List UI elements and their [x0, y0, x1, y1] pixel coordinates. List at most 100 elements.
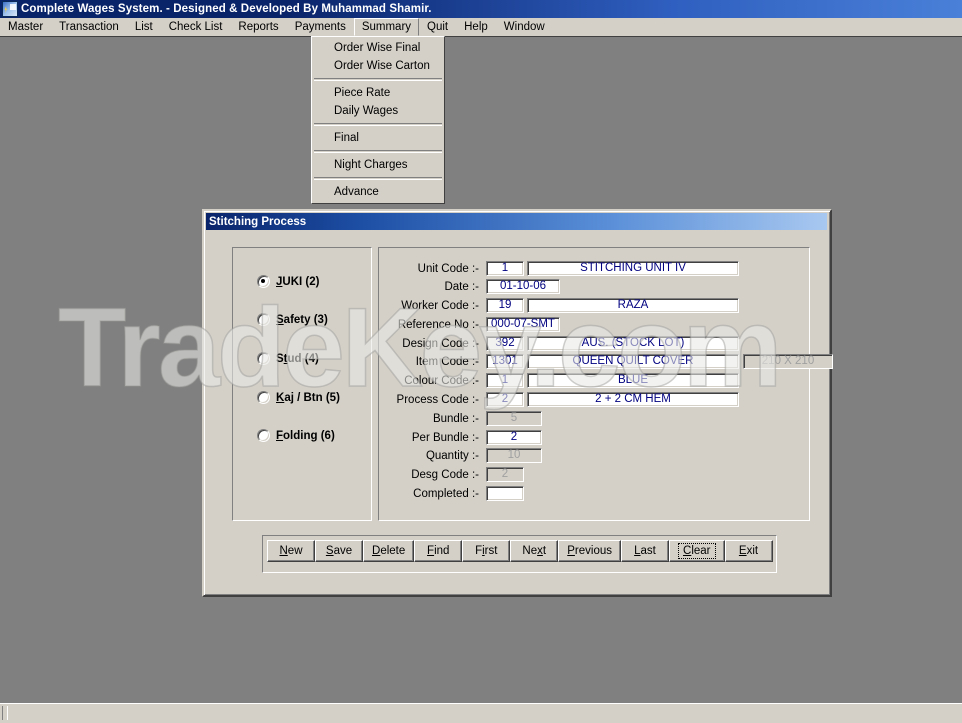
- radio-option-folding[interactable]: Folding (6): [257, 429, 335, 442]
- radio-icon-kaj-btn: [257, 391, 270, 404]
- first-button[interactable]: First: [462, 540, 511, 562]
- input-date[interactable]: 01-10-06: [486, 279, 560, 294]
- field-row-per-bundle: Per Bundle :- 2: [379, 429, 542, 446]
- label-date: Date :-: [444, 280, 479, 293]
- radio-option-safety[interactable]: Safety (3): [257, 313, 328, 326]
- next-button-label: Next: [522, 545, 547, 557]
- find-button[interactable]: Find: [414, 540, 463, 562]
- menu-item-reports[interactable]: Reports: [230, 18, 286, 36]
- menu-option-daily-wages[interactable]: Daily Wages: [312, 102, 444, 120]
- label-per-bundle: Per Bundle :-: [411, 431, 479, 444]
- input-item-code[interactable]: 1301: [486, 354, 524, 369]
- next-button[interactable]: Next: [510, 540, 559, 562]
- menu-option-order-wise-carton[interactable]: Order Wise Carton: [312, 57, 444, 75]
- status-bar-grip: [2, 706, 8, 720]
- radio-option-juki[interactable]: JUKI (2): [257, 275, 319, 288]
- menu-item-list[interactable]: List: [127, 18, 161, 36]
- menu-item-payments[interactable]: Payments: [287, 18, 354, 36]
- child-window-body: JUKI (2) Safety (3) Stud (4) Kaj / Btn (…: [206, 232, 833, 591]
- exit-button-label: Exit: [738, 545, 759, 557]
- field-row-process-code: Process Code :- 2 2 + 2 CM HEM: [379, 391, 739, 408]
- menu-separator: [314, 177, 442, 180]
- field-row-design-code: Design Code :- 392 AUS. (STOCK LOT): [379, 335, 739, 352]
- input-bundle: 5: [486, 411, 542, 426]
- field-row-unit-code: Unit Code :- 1 STITCHING UNIT IV: [379, 260, 739, 277]
- input-per-bundle[interactable]: 2: [486, 430, 542, 445]
- label-colour-code: Colour Code :-: [404, 374, 479, 387]
- new-button[interactable]: New: [267, 540, 315, 562]
- details-panel: Unit Code :- 1 STITCHING UNIT IV Date :-…: [378, 247, 833, 521]
- field-row-desg-code: Desg Code :- 2: [379, 466, 524, 483]
- app-icon: [2, 1, 18, 17]
- radio-label-folding: Folding (6): [276, 429, 335, 442]
- child-title-bar[interactable]: Stitching Process: [206, 213, 827, 230]
- label-quantity: Quantity :-: [425, 449, 479, 462]
- stitching-process-window: Stitching Process JUKI (2) Safety (3) St…: [202, 209, 833, 597]
- save-button-label: Save: [325, 545, 353, 557]
- input-unit-code[interactable]: 1: [486, 261, 524, 276]
- last-button[interactable]: Last: [621, 540, 669, 562]
- radio-icon-stud: [257, 352, 270, 365]
- input-reference-no[interactable]: 000-07-SMT: [486, 317, 560, 332]
- input-desg-code: 2: [486, 467, 524, 482]
- input-quantity: 10: [486, 448, 542, 463]
- first-button-label: First: [475, 545, 498, 557]
- previous-button-label: Previous: [567, 545, 612, 557]
- radio-label-safety: Safety (3): [276, 313, 328, 326]
- menu-option-final[interactable]: Final: [312, 129, 444, 147]
- input-colour-code[interactable]: 1: [486, 373, 524, 388]
- action-button-panel: New Save Delete Find First Next Previous…: [262, 535, 777, 573]
- menu-item-master[interactable]: Master: [0, 18, 51, 36]
- menu-option-night-charges[interactable]: Night Charges: [312, 156, 444, 174]
- menu-item-help[interactable]: Help: [456, 18, 496, 36]
- menu-item-quit[interactable]: Quit: [419, 18, 456, 36]
- label-desg-code: Desg Code :-: [411, 468, 479, 481]
- field-row-completed: Completed :-: [379, 485, 524, 502]
- label-worker-code: Worker Code :-: [401, 299, 479, 312]
- menu-option-order-wise-final[interactable]: Order Wise Final: [312, 39, 444, 57]
- radio-option-stud[interactable]: Stud (4): [257, 352, 319, 365]
- exit-button[interactable]: Exit: [724, 540, 773, 562]
- label-bundle: Bundle :-: [432, 412, 479, 425]
- menu-separator: [314, 123, 442, 126]
- label-reference-no: Reference No :-: [397, 318, 479, 331]
- radio-label-kaj-btn: Kaj / Btn (5): [276, 391, 340, 404]
- field-row-worker-code: Worker Code :- 19 RAZA: [379, 297, 739, 314]
- previous-button[interactable]: Previous: [558, 540, 621, 562]
- menu-option-piece-rate[interactable]: Piece Rate: [312, 84, 444, 102]
- display-item-size: 210 X 210: [743, 354, 833, 369]
- radio-label-juki: JUKI (2): [276, 275, 320, 288]
- menu-item-check-list[interactable]: Check List: [161, 18, 231, 36]
- clear-button[interactable]: Clear: [669, 540, 725, 562]
- input-process-code[interactable]: 2: [486, 392, 524, 407]
- save-button[interactable]: Save: [315, 540, 363, 562]
- input-completed[interactable]: [486, 486, 524, 501]
- field-row-reference-no: Reference No :- 000-07-SMT: [379, 316, 560, 333]
- radio-icon-safety: [257, 313, 270, 326]
- input-worker-code[interactable]: 19: [486, 298, 524, 313]
- delete-button[interactable]: Delete: [363, 540, 415, 562]
- menu-separator: [314, 78, 442, 81]
- menu-item-transaction[interactable]: Transaction: [51, 18, 127, 36]
- main-title-bar: Complete Wages System. - Designed & Deve…: [0, 0, 962, 18]
- menu-bar: Master Transaction List Check List Repor…: [0, 18, 962, 37]
- menu-item-window[interactable]: Window: [496, 18, 553, 36]
- mdi-client-area: Stitching Process JUKI (2) Safety (3) St…: [0, 36, 962, 703]
- label-design-code: Design Code :-: [402, 337, 479, 350]
- child-window-title: Stitching Process: [209, 215, 307, 228]
- new-button-label: New: [279, 545, 303, 557]
- action-button-bar: New Save Delete Find First Next Previous…: [267, 540, 773, 562]
- menu-separator: [314, 150, 442, 153]
- radio-icon-folding: [257, 429, 270, 442]
- last-button-label: Last: [634, 545, 656, 557]
- menu-option-advance[interactable]: Advance: [312, 183, 444, 201]
- radio-icon-juki: [257, 275, 270, 288]
- display-process-description: 2 + 2 CM HEM: [527, 392, 739, 407]
- main-window-title: Complete Wages System. - Designed & Deve…: [21, 3, 432, 15]
- radio-option-kaj-btn[interactable]: Kaj / Btn (5): [257, 391, 340, 404]
- menu-item-summary[interactable]: Summary: [353, 18, 420, 36]
- field-row-item-code: Item Code :- 1301 QUEEN QUILT COVER 210 …: [379, 353, 833, 370]
- input-design-code[interactable]: 392: [486, 336, 524, 351]
- delete-button-label: Delete: [372, 545, 406, 557]
- label-item-code: Item Code :-: [415, 355, 479, 368]
